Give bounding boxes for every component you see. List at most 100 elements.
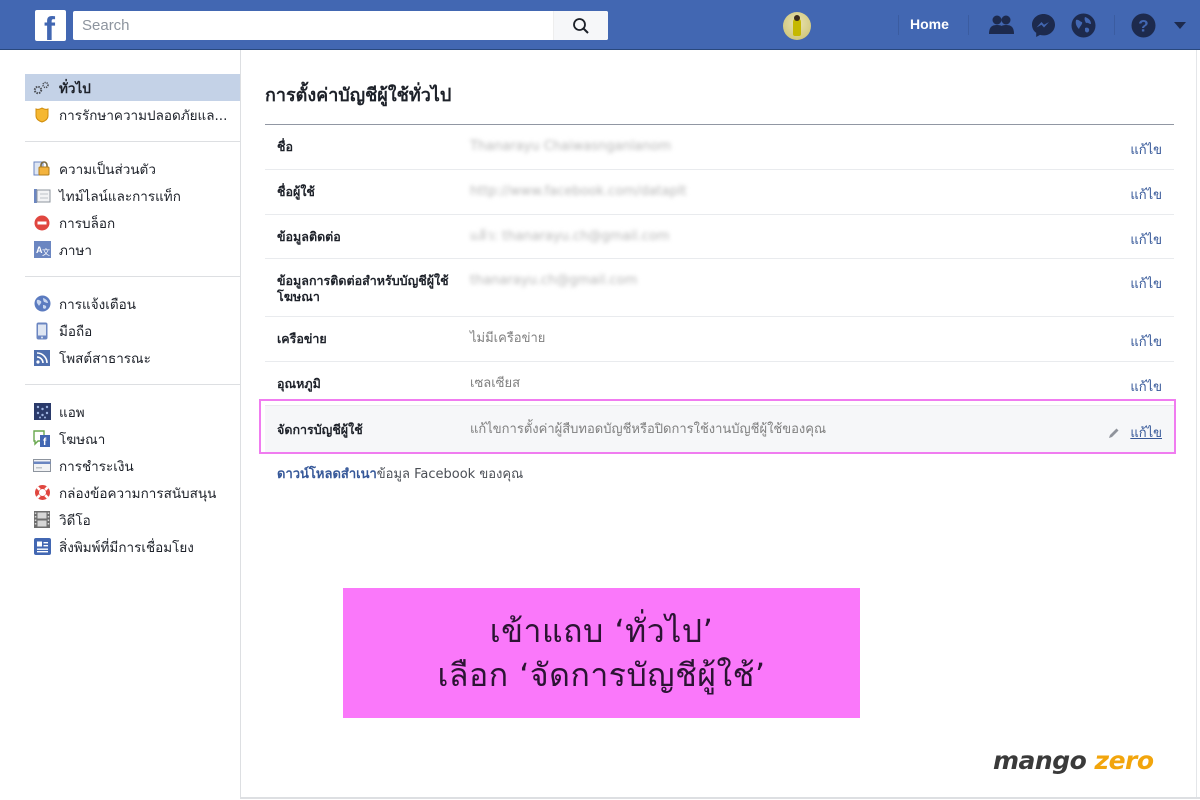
mango-zero-watermark: mango zero <box>993 746 1154 775</box>
credit-card-icon <box>33 457 51 475</box>
sidebar-item-security[interactable]: การรักษาความปลอดภัยแล... <box>25 101 240 128</box>
sidebar-item-label: สิ่งพิมพ์ที่มีการเชื่อมโยง <box>59 539 194 556</box>
edit-label: แก้ไข <box>1130 335 1162 350</box>
sidebar-item-label: ไทม์ไลน์และการแท็ก <box>59 188 181 205</box>
annotation-line-2: เลือก ‘จัดการบัญชีผู้ใช้’ <box>437 656 766 694</box>
instruction-annotation: เข้าแถบ ‘ทั่วไป’ เลือก ‘จัดการบัญชีผู้ใช… <box>343 588 860 718</box>
home-link[interactable]: Home <box>910 16 949 32</box>
edit-link[interactable]: แก้ไข <box>1108 422 1162 443</box>
row-value: แล้ว: thanarayu.ch@gmail.com <box>470 229 670 244</box>
ads-icon: f <box>33 429 51 448</box>
search-input[interactable] <box>73 11 553 40</box>
nav-divider <box>968 15 969 35</box>
edit-link[interactable]: แก้ไข <box>1130 273 1162 294</box>
sidebar-separator <box>25 141 240 142</box>
edit-label: แก้ไข <box>1130 426 1162 441</box>
edit-link[interactable]: แก้ไข <box>1130 331 1162 352</box>
sidebar-item-label: การบล็อก <box>59 215 116 232</box>
lock-icon <box>33 160 51 178</box>
edit-link[interactable]: แก้ไข <box>1130 229 1162 250</box>
row-label: ชื่อ <box>277 139 293 154</box>
sidebar-item-privacy[interactable]: ความเป็นส่วนตัว <box>25 155 240 182</box>
top-navigation-bar: f Home ? <box>0 0 1200 50</box>
settings-row-contact: ข้อมูลติดต่อ แล้ว: thanarayu.ch@gmail.co… <box>265 215 1174 259</box>
sidebar-item-apps[interactable]: แอพ <box>25 398 240 425</box>
sidebar-separator <box>25 276 240 277</box>
settings-sidebar: ทั่วไป การรักษาความปลอดภัยแล... ความเป็น… <box>25 74 240 560</box>
row-value: ไม่มีเครือข่าย <box>470 331 546 346</box>
edit-label: แก้ไข <box>1130 277 1162 292</box>
sidebar-item-mobile[interactable]: มือถือ <box>25 317 240 344</box>
facebook-logo[interactable]: f <box>35 10 66 41</box>
page-title: การตั้งค่าบัญชีผู้ใช้ทั่วไป <box>265 85 452 106</box>
sidebar-item-support-inbox[interactable]: กล่องข้อความการสนับสนุน <box>25 479 240 506</box>
help-icon[interactable]: ? <box>1130 12 1157 39</box>
sidebar-item-timeline-tagging[interactable]: ไทม์ไลน์และการแท็ก <box>25 182 240 209</box>
download-copy-link[interactable]: ดาวน์โหลดสำเนา <box>277 467 377 482</box>
svg-text:文: 文 <box>42 247 50 257</box>
settings-row-name: ชื่อ Thanarayu Chaiwasnganlanom แก้ไข <box>265 125 1174 170</box>
annotation-line-1: เข้าแถบ ‘ทั่วไป’ <box>489 612 714 650</box>
row-label: ข้อมูลติดต่อ <box>277 229 341 244</box>
nav-divider <box>1114 15 1115 35</box>
sidebar-divider <box>240 50 241 798</box>
globe-icon <box>33 295 51 313</box>
lifebuoy-icon <box>33 484 51 502</box>
sidebar-item-notifications[interactable]: การแจ้งเตือน <box>25 290 240 317</box>
sidebar-item-label: วิดีโอ <box>59 512 91 529</box>
sidebar-item-label: ภาษา <box>59 242 92 259</box>
edit-link[interactable]: แก้ไข <box>1130 376 1162 397</box>
sidebar-item-blocking[interactable]: การบล็อก <box>25 209 240 236</box>
edit-label: แก้ไข <box>1130 143 1162 158</box>
rss-icon <box>33 349 51 367</box>
download-text: ข้อมูล Facebook ของคุณ <box>376 467 524 482</box>
language-icon: A文 <box>33 241 51 259</box>
messenger-icon[interactable] <box>1030 12 1057 39</box>
account-menu-caret[interactable] <box>1174 22 1186 29</box>
sidebar-item-language[interactable]: A文 ภาษา <box>25 236 240 263</box>
sidebar-item-label: โฆษณา <box>59 431 106 448</box>
mobile-icon <box>33 322 51 340</box>
pencil-icon <box>1108 427 1120 439</box>
film-icon <box>33 511 51 529</box>
profile-avatar[interactable] <box>783 12 811 40</box>
sidebar-item-label: การรักษาความปลอดภัยแล... <box>59 107 228 124</box>
shield-icon <box>33 106 51 124</box>
sidebar-item-general[interactable]: ทั่วไป <box>25 74 240 101</box>
sidebar-item-label: โพสต์สาธารณะ <box>59 350 151 367</box>
svg-text:?: ? <box>1138 17 1148 36</box>
row-label: จัดการบัญชีผู้ใช้ <box>277 422 363 437</box>
content-border-bottom <box>240 797 1200 799</box>
settings-row-networks: เครือข่าย ไม่มีเครือข่าย แก้ไข <box>265 317 1174 362</box>
row-value: เซลเซียส <box>470 376 521 391</box>
row-value: http://www.facebook.com/dataplt <box>470 184 687 199</box>
sidebar-item-ads[interactable]: f โฆษณา <box>25 425 240 452</box>
row-value: thanarayu.ch@gmail.com <box>470 273 638 288</box>
settings-row-username: ชื่อผู้ใช้ http://www.facebook.com/datap… <box>265 170 1174 215</box>
sidebar-item-payments[interactable]: การชำระเงิน <box>25 452 240 479</box>
sidebar-separator <box>25 384 240 385</box>
notifications-globe-icon[interactable] <box>1070 12 1097 39</box>
news-icon <box>33 538 51 556</box>
sidebar-item-public-posts[interactable]: โพสต์สาธารณะ <box>25 344 240 371</box>
timeline-icon <box>33 187 51 205</box>
edit-link[interactable]: แก้ไข <box>1130 184 1162 205</box>
friend-requests-icon[interactable] <box>988 12 1015 39</box>
row-value: Thanarayu Chaiwasnganlanom <box>470 139 672 154</box>
sidebar-item-label: ความเป็นส่วนตัว <box>59 161 156 178</box>
settings-row-ad-account-contact: ข้อมูลการติดต่อสำหรับบัญชีผู้ใช้โฆษณา th… <box>265 259 1174 317</box>
search-button[interactable] <box>553 11 608 40</box>
edit-label: แก้ไข <box>1130 380 1162 395</box>
settings-row-manage-account[interactable]: จัดการบัญชีผู้ใช้ แก้ไขการตั้งค่าผู้สืบท… <box>265 406 1174 454</box>
content-border-right <box>1196 50 1197 798</box>
sidebar-item-label: การแจ้งเตือน <box>59 296 136 313</box>
row-label: ชื่อผู้ใช้ <box>277 184 315 199</box>
settings-row-temperature: อุณหภูมิ เซลเซียส แก้ไข <box>265 362 1174 406</box>
row-value: แก้ไขการตั้งค่าผู้สืบทอดบัญชีหรือปิดการใ… <box>470 422 827 437</box>
download-info: ดาวน์โหลดสำเนาข้อมูล Facebook ของคุณ <box>277 463 523 484</box>
sidebar-item-videos[interactable]: วิดีโอ <box>25 506 240 533</box>
edit-label: แก้ไข <box>1130 188 1162 203</box>
sidebar-item-linked-publications[interactable]: สิ่งพิมพ์ที่มีการเชื่อมโยง <box>25 533 240 560</box>
edit-link[interactable]: แก้ไข <box>1130 139 1162 160</box>
sidebar-item-label: กล่องข้อความการสนับสนุน <box>59 485 217 502</box>
